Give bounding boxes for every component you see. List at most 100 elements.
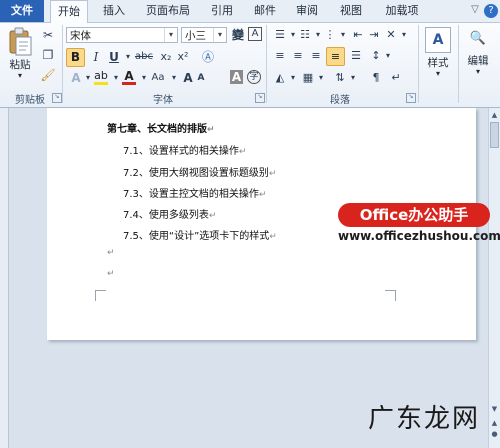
paragraph-mark: ↵ <box>258 190 267 200</box>
watermark-brand: Office办公助手 <box>338 203 490 227</box>
tab-addins[interactable]: 加载项 <box>378 0 426 22</box>
character-shading-icon[interactable]: A <box>230 70 243 84</box>
paragraph-mark: ↵ <box>107 269 115 279</box>
paragraph-launcher-icon[interactable]: ↘ <box>406 93 416 103</box>
list-item-text: 7.1、设置样式的相关操作 <box>123 146 239 157</box>
paste-label: 粘贴 <box>9 59 31 71</box>
paragraph-mark: ↵ <box>268 169 277 179</box>
copy-icon[interactable]: ❐ <box>40 47 56 63</box>
styles-label: 样式 <box>427 57 449 69</box>
previous-page-icon[interactable]: ▲ <box>490 418 499 428</box>
scroll-up-icon[interactable]: ▲ <box>490 110 499 120</box>
chevron-down-icon[interactable]: ▾ <box>396 27 412 43</box>
distributed-icon[interactable]: ☰ <box>348 48 364 64</box>
font-launcher-icon[interactable]: ↘ <box>255 93 265 103</box>
font-name-select[interactable]: 宋体 ▾ <box>66 27 178 43</box>
chapter-heading: 第七章、长文档的排版↵ <box>107 120 215 135</box>
clear-formatting-icon[interactable]: Ⓐ <box>200 49 216 65</box>
show-hide-icon[interactable]: ↵ <box>388 70 404 86</box>
subscript-icon[interactable]: x₂ <box>158 49 174 65</box>
decrease-indent-icon[interactable]: ⇤ <box>350 27 366 43</box>
shrink-font-icon[interactable]: A <box>193 70 209 86</box>
vertical-scrollbar[interactable]: ▲ ▼ ▲ ● <box>488 108 500 448</box>
paragraph-mark: ↵ <box>207 125 215 135</box>
chevron-down-icon[interactable]: ▾ <box>313 70 329 86</box>
list-item: 7.2、使用大纲视图设置标题级别↵ <box>123 164 276 179</box>
margin-corner-mark <box>385 290 396 301</box>
editing-label: 编辑 <box>467 55 489 67</box>
scrollbar-thumb[interactable] <box>490 122 499 148</box>
list-item-text: 7.2、使用大纲视图设置标题级别 <box>123 168 269 179</box>
tab-file[interactable]: 文件 <box>0 0 44 22</box>
paragraph-mark: ↵ <box>238 147 247 157</box>
chevron-down-icon: ▾ <box>435 69 440 78</box>
group-divider <box>418 25 419 103</box>
format-painter-icon[interactable]: 🖌 <box>40 67 56 83</box>
chevron-down-icon[interactable]: ▾ <box>335 27 351 43</box>
tab-view[interactable]: 视图 <box>334 0 368 22</box>
chevron-down-icon[interactable]: ▾ <box>285 70 301 86</box>
strikethrough-icon[interactable]: abc <box>133 49 155 65</box>
justify-icon: ≡ <box>330 50 341 63</box>
highlighter-icon: ab <box>94 69 108 82</box>
grow-font-icon[interactable]: Aa <box>150 70 166 86</box>
tab-page-layout[interactable]: 页面布局 <box>140 0 196 22</box>
browse-object-icon[interactable]: ● <box>490 430 499 438</box>
superscript-icon[interactable]: x² <box>175 49 191 65</box>
paragraph-marks-icon[interactable]: ¶ <box>368 70 384 86</box>
list-item: 7.5、使用“设计”选项卡下的样式↵ <box>123 227 277 242</box>
tab-review[interactable]: 审阅 <box>290 0 324 22</box>
clipboard-icon <box>9 27 32 56</box>
list-item-text: 7.5、使用“设计”选项卡下的样式 <box>123 231 270 242</box>
scroll-down-icon[interactable]: ▼ <box>490 404 499 414</box>
align-right-icon[interactable]: ≡ <box>308 48 324 64</box>
minimize-ribbon-icon[interactable]: ▽ <box>470 4 480 16</box>
font-name-value: 宋体 <box>70 30 91 42</box>
help-icon[interactable]: ? <box>484 4 498 18</box>
styles-button[interactable]: A 样式 ▾ <box>422 25 454 87</box>
highlight-color-button[interactable]: ab <box>94 70 108 86</box>
group-divider <box>458 25 459 103</box>
clipboard-launcher-icon[interactable]: ↘ <box>52 93 62 103</box>
chevron-down-icon: ▾ <box>213 28 226 42</box>
chapter-heading-text: 第七章、长文档的排版 <box>107 124 207 135</box>
find-icon: 🔍 <box>469 31 487 46</box>
italic-icon[interactable]: I <box>88 49 104 65</box>
paragraph-group-label: 段落 <box>330 95 350 106</box>
watermark-url: www.officezhushou.com <box>338 229 500 243</box>
margin-corner-mark <box>95 290 106 301</box>
font-color-icon: A <box>124 69 134 83</box>
tab-insert[interactable]: 插入 <box>96 0 132 22</box>
paragraph-mark: ↵ <box>208 211 217 221</box>
ribbon-home: 粘贴 ▾ ✂ ❐ 🖌 剪贴板 ↘ 宋体 ▾ 小三 ▾ 變 A B I U ▾ a… <box>0 23 500 108</box>
editing-button[interactable]: 🔍 编辑 ▾ <box>460 25 496 87</box>
cut-icon[interactable]: ✂ <box>40 27 56 43</box>
increase-indent-icon[interactable]: ⇥ <box>366 27 382 43</box>
paste-button[interactable]: 粘贴 ▾ <box>4 25 36 85</box>
font-size-value: 小三 <box>185 30 206 42</box>
phonetic-guide-icon[interactable]: 變 <box>230 27 246 43</box>
tab-home[interactable]: 开始 <box>50 0 88 23</box>
ribbon-tab-bar: 文件 开始 插入 页面布局 引用 邮件 审阅 视图 加载项 ▽ ? <box>0 0 500 23</box>
font-size-select[interactable]: 小三 ▾ <box>181 27 227 43</box>
justify-button[interactable]: ≡ <box>326 47 345 66</box>
font-color-button[interactable]: A <box>122 70 136 86</box>
list-item-text: 7.3、设置主控文档的相关操作 <box>123 189 259 200</box>
styles-icon: A <box>425 27 451 53</box>
list-item-text: 7.4、使用多级列表 <box>123 210 209 221</box>
watermark-logo: 广东龙网 <box>368 404 481 434</box>
enclose-characters-icon[interactable]: 字 <box>247 70 261 84</box>
bold-button[interactable]: B <box>66 48 85 67</box>
chevron-down-icon[interactable]: ▾ <box>380 48 396 64</box>
bold-icon: B <box>70 50 81 64</box>
chevron-down-icon[interactable]: ▾ <box>345 70 361 86</box>
align-left-icon[interactable]: ≡ <box>272 48 288 64</box>
list-item: 7.3、设置主控文档的相关操作↵ <box>123 185 266 200</box>
character-border-icon[interactable]: A <box>248 27 262 41</box>
tab-mailings[interactable]: 邮件 <box>248 0 282 22</box>
group-divider <box>266 25 267 103</box>
font-group-label: 字体 <box>153 95 173 106</box>
vertical-ruler <box>0 108 9 448</box>
tab-references[interactable]: 引用 <box>205 0 239 22</box>
align-center-icon[interactable]: ≡ <box>290 48 306 64</box>
